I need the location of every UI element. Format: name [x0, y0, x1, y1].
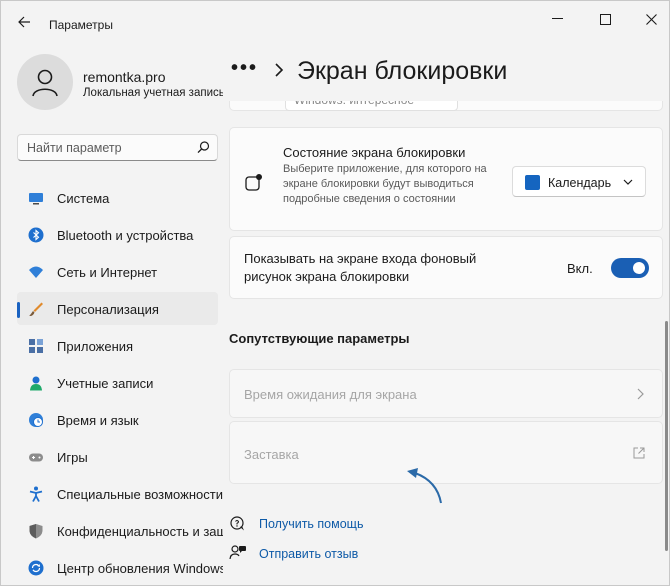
feedback-icon [229, 545, 246, 560]
close-button[interactable] [633, 5, 669, 33]
signin-background-card: Показывать на экране входа фоновый рисун… [229, 236, 663, 299]
minimize-button[interactable] [539, 5, 575, 33]
related-settings-header: Сопутствующие параметры [229, 331, 410, 346]
calendar-icon [525, 175, 540, 190]
sidebar-item-label: Приложения [57, 339, 134, 354]
user-name: remontka.pro [83, 69, 166, 85]
sidebar-item-label: Сеть и Интернет [57, 265, 158, 280]
accessibility-icon [29, 486, 43, 502]
back-button[interactable] [11, 9, 37, 35]
sidebar-item-label: Учетные записи [57, 376, 154, 391]
sidebar-item-personalization[interactable]: Персонализация [17, 292, 218, 325]
signin-background-label-2: рисунок экрана блокировки [244, 269, 410, 284]
sidebar-item-privacy[interactable]: Конфиденциальность и защита [17, 514, 223, 547]
sidebar-item-network[interactable]: Сеть и Интернет [17, 255, 218, 288]
gamepad-icon [29, 453, 43, 462]
back-arrow-icon [17, 16, 30, 28]
search-box [17, 134, 218, 161]
title-bar: Параметры [1, 1, 669, 41]
close-icon [645, 13, 657, 25]
shield-icon [29, 524, 43, 539]
related-item-label: Время ожидания для экрана [244, 387, 417, 402]
sidebar-item-label: Время и язык [57, 413, 139, 428]
sidebar-item-gaming[interactable]: Игры [17, 440, 218, 473]
lock-status-app-select[interactable]: Календарь [512, 166, 646, 197]
maximize-icon [599, 13, 611, 25]
sidebar-item-label: Специальные возможности [57, 487, 223, 502]
avatar[interactable] [17, 54, 73, 110]
send-feedback-link[interactable]: Отправить отзыв [259, 547, 358, 561]
sidebar-item-system[interactable]: Система [17, 181, 218, 214]
maximize-button[interactable] [587, 5, 623, 33]
sidebar-item-label: Конфиденциальность и защита [57, 524, 223, 539]
wifi-icon [29, 266, 43, 278]
sidebar-item-label: Система [57, 191, 110, 206]
sidebar-item-bluetooth[interactable]: Bluetooth и устройства [17, 218, 218, 251]
sidebar-item-apps[interactable]: Приложения [17, 329, 218, 362]
bluetooth-icon [28, 227, 44, 243]
sidebar-item-accounts[interactable]: Учетные записи [17, 366, 218, 399]
breadcrumb-overflow-button[interactable]: ••• [231, 57, 258, 80]
lock-status-card: Состояние экрана блокировки Выберите при… [229, 127, 663, 231]
monitor-icon [29, 193, 43, 205]
minimize-icon [551, 18, 563, 19]
clock-globe-icon [29, 413, 43, 427]
background-type-dropdown[interactable]: Windows: интересное [285, 101, 458, 111]
sidebar-item-label: Персонализация [57, 302, 159, 317]
lock-screen-status-icon [245, 174, 262, 191]
account-type: Локальная учетная запись [83, 87, 223, 99]
search-input[interactable] [18, 135, 193, 160]
related-item-screen-timeout[interactable]: Время ожидания для экрана [229, 369, 663, 418]
sidebar-nav: Система Bluetooth и устройства Сеть и Ин… [17, 181, 223, 585]
sidebar-item-label: Bluetooth и устройства [57, 228, 194, 243]
brush-icon [29, 302, 43, 317]
search-icon[interactable] [196, 140, 211, 155]
user-icon [32, 69, 58, 97]
get-help-link[interactable]: Получить помощь [259, 517, 363, 531]
external-link-icon [633, 447, 645, 459]
background-card: Windows: интересное [229, 101, 663, 111]
chevron-down-icon [623, 179, 633, 185]
person-icon [30, 376, 42, 391]
sidebar-item-label: Игры [57, 450, 88, 465]
scrollbar[interactable] [665, 321, 668, 551]
lock-status-description: Выберите приложение, для которого на экр… [283, 163, 487, 205]
sidebar-item-time-language[interactable]: Время и язык [17, 403, 218, 436]
chevron-right-icon [637, 388, 644, 400]
apps-icon [29, 339, 43, 353]
lock-status-title: Состояние экрана блокировки [283, 145, 466, 160]
signin-background-label-1: Показывать на экране входа фоновый [244, 251, 477, 266]
related-item-label: Заставка [244, 447, 299, 462]
toggle-state-label: Вкл. [567, 261, 593, 276]
window-title: Параметры [49, 18, 113, 32]
selected-app-label: Календарь [548, 176, 612, 190]
breadcrumb-chevron-icon [275, 63, 284, 77]
sidebar-item-label: Центр обновления Windows [57, 561, 223, 576]
annotation-arrow-icon [407, 468, 442, 504]
settings-window: Параметры remontka.pro Локальная учетная… [0, 0, 670, 586]
help-chat-icon [230, 516, 244, 531]
page-title: Экран блокировки [297, 57, 508, 85]
sidebar-item-windows-update[interactable]: Центр обновления Windows [17, 551, 223, 584]
content-pane: Windows: интересное Состояние экрана бло… [229, 101, 663, 585]
update-icon [28, 560, 44, 576]
sidebar-item-accessibility[interactable]: Специальные возможности [17, 477, 223, 510]
signin-background-toggle[interactable] [611, 258, 649, 278]
